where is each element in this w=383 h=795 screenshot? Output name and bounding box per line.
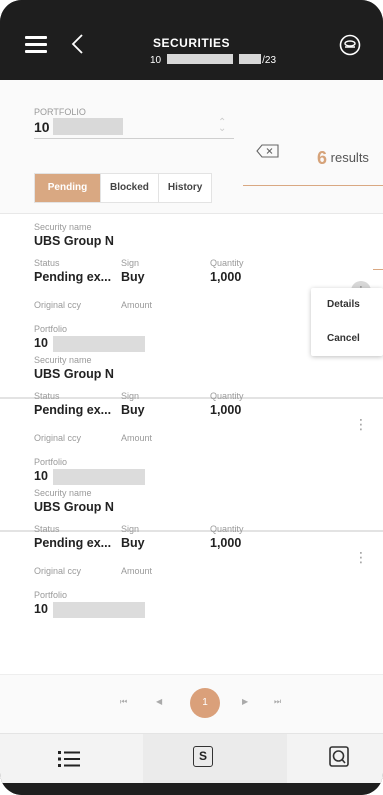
top-bar: SECURITIES 10/23	[0, 0, 383, 80]
quantity-value: 1,000	[210, 536, 242, 550]
tabs-accent-line	[243, 185, 383, 186]
tab-blocked[interactable]: Blocked	[101, 174, 159, 202]
phone-frame: SECURITIES 10/23 PORTFOLIO 10 ⌃ ⌄ 6 resul	[0, 0, 383, 795]
account-icon[interactable]	[339, 34, 361, 56]
redacted-mask	[53, 118, 123, 135]
page-title: SECURITIES	[152, 36, 230, 50]
menu-item-cancel[interactable]: Cancel	[311, 322, 383, 356]
results-count: 6 results	[317, 148, 369, 169]
status-value: Pending ex...	[34, 403, 112, 417]
current-page[interactable]: 1	[190, 688, 220, 718]
search-icon[interactable]	[329, 746, 349, 767]
status-value: Pending ex...	[34, 536, 112, 550]
securities-list: Security name UBS Group N Status Sign Qu…	[0, 218, 383, 665]
first-page-icon[interactable]: ⏮	[120, 697, 127, 707]
portfolio-underline	[34, 138, 234, 139]
quantity-label: Quantity	[210, 391, 244, 401]
sign-value: Buy	[121, 403, 145, 417]
amount-label: Amount	[121, 566, 153, 576]
prev-page-icon[interactable]: ◀	[156, 697, 162, 706]
results-label: results	[330, 150, 369, 165]
quantity-label: Quantity	[210, 524, 244, 534]
menu-item-details[interactable]: Details	[311, 288, 383, 322]
portfolio-value: 10	[34, 602, 48, 616]
list-item[interactable]: Security name UBS Group N Status Sign Qu…	[0, 484, 383, 665]
redacted-mask	[53, 602, 145, 618]
subtitle-prefix: 10	[150, 55, 162, 66]
security-name-value: UBS Group N	[34, 367, 114, 381]
status-label: Status	[34, 258, 60, 268]
quantity-value: 1,000	[210, 403, 242, 417]
more-options-icon[interactable]: ⋮	[351, 547, 371, 567]
clear-filter-icon[interactable]	[256, 144, 280, 158]
sign-value: Buy	[121, 270, 145, 284]
bottom-nav: S	[0, 733, 383, 784]
more-options-icon[interactable]: ⋮	[351, 414, 371, 434]
redacted-mask	[167, 54, 234, 64]
results-number: 6	[317, 148, 328, 168]
sign-label: Sign	[121, 258, 140, 268]
pagination: ⏮ ◀ 1 ▶ ⏭	[0, 674, 383, 733]
page-subtitle: 10/23	[150, 54, 276, 66]
security-name-label: Security name	[34, 355, 92, 365]
subtitle-suffix: /23	[262, 55, 277, 66]
original-ccy-label: Original ccy	[34, 433, 82, 443]
filter-panel: PORTFOLIO 10 ⌃ ⌄ 6 results Pending Blocke…	[0, 80, 383, 214]
security-name-label: Security name	[34, 488, 92, 498]
amount-label: Amount	[121, 433, 153, 443]
securities-icon[interactable]: S	[193, 746, 213, 767]
portfolio-value: 10	[34, 336, 48, 350]
status-label: Status	[34, 524, 60, 534]
list-view-icon[interactable]	[58, 749, 80, 769]
redacted-mask	[53, 336, 145, 352]
content-area: PORTFOLIO 10 ⌃ ⌄ 6 results Pending Blocke…	[0, 80, 383, 733]
security-name-label: Security name	[34, 222, 92, 232]
status-value: Pending ex...	[34, 270, 112, 284]
redacted-mask	[53, 469, 145, 485]
select-chevron-icon[interactable]: ⌃ ⌄	[218, 118, 226, 134]
home-indicator	[0, 783, 383, 795]
last-page-icon[interactable]: ⏭	[274, 697, 281, 707]
security-name-value: UBS Group N	[34, 500, 114, 514]
portfolio-label: Portfolio	[34, 457, 68, 467]
security-name-value: UBS Group N	[34, 234, 114, 248]
portfolio-label: PORTFOLIO	[34, 107, 86, 117]
original-ccy-label: Original ccy	[34, 566, 82, 576]
amount-label: Amount	[121, 300, 153, 310]
sign-label: Sign	[121, 391, 140, 401]
quantity-value: 1,000	[210, 270, 242, 284]
status-label: Status	[34, 391, 60, 401]
next-page-icon[interactable]: ▶	[242, 697, 248, 706]
tab-pending[interactable]: Pending	[35, 174, 101, 202]
quantity-label: Quantity	[210, 258, 244, 268]
tab-history[interactable]: History	[159, 174, 211, 202]
portfolio-select[interactable]: 10	[34, 119, 50, 135]
portfolio-label: Portfolio	[34, 590, 68, 600]
original-ccy-label: Original ccy	[34, 300, 82, 310]
status-tabs: Pending Blocked History	[34, 173, 213, 203]
context-menu: Details Cancel	[311, 288, 383, 356]
redacted-mask	[239, 54, 262, 64]
sign-value: Buy	[121, 536, 145, 550]
popup-pointer	[373, 269, 383, 270]
nav-securities[interactable]: S	[143, 734, 287, 784]
portfolio-label: Portfolio	[34, 324, 68, 334]
sign-label: Sign	[121, 524, 140, 534]
portfolio-value: 10	[34, 469, 48, 483]
